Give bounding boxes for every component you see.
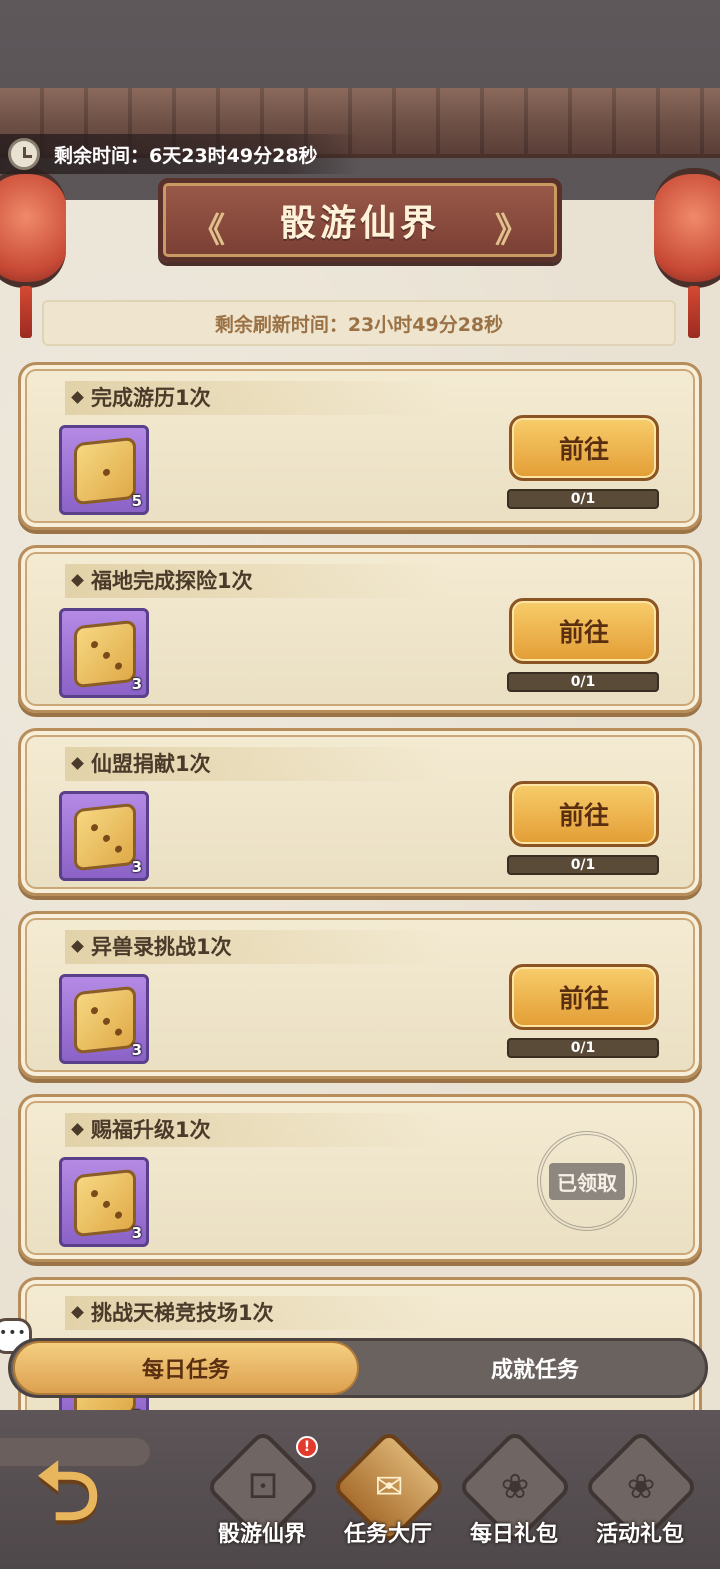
nav-glyph: ⚀ [248,1467,278,1507]
task-card: 赐福升级1次 3 已领取 [18,1094,702,1262]
nav-glyph: ❀ [626,1467,656,1507]
dice-icon [74,619,136,689]
tab-daily-tasks[interactable]: 每日任务 [13,1341,359,1395]
dice-icon [74,985,136,1055]
alert-badge: ! [296,1436,318,1458]
task-name: 完成游历1次 [65,381,445,415]
reward-quantity: 3 [131,675,142,693]
reward-slot[interactable]: 3 [59,791,149,881]
reward-quantity: 5 [131,492,142,510]
claimed-stamp: 已领取 [537,1131,637,1231]
progress-text: 0/1 [570,491,596,507]
dice-icon [74,802,136,872]
refresh-timer-text: 剩余刷新时间：23小时49分28秒 [214,313,504,336]
reward-quantity: 3 [131,858,142,876]
nav-label: 骰游仙界 [217,1522,306,1547]
reward-slot[interactable]: 3 [59,608,149,698]
task-card: 仙盟捐献1次 3 前往 0/1 [18,728,702,896]
progress-text: 0/1 [570,1040,596,1056]
reward-quantity: 3 [131,1224,142,1242]
clock-icon [8,138,40,170]
reward-quantity: 3 [131,1041,142,1059]
task-name: 福地完成探险1次 [65,564,445,598]
dice-icon [74,1168,136,1238]
refresh-timer: 剩余刷新时间：23小时49分28秒 [42,300,676,346]
task-card: 异兽录挑战1次 3 前往 0/1 [18,911,702,1079]
task-tabs: 每日任务 成就任务 [8,1338,708,1398]
lantern-tassel [688,286,700,338]
nav-item-event-gift[interactable]: ❀ 活动礼包 [578,1429,702,1564]
lantern-right-icon [654,168,720,338]
chevron-left-icon: 《 [191,211,225,251]
nav-label: 任务大厅 [343,1522,432,1547]
nav-item-task-hall[interactable]: ✉ 任务大厅 [326,1429,450,1564]
task-card: 福地完成探险1次 3 前往 0/1 [18,545,702,713]
task-name: 赐福升级1次 [65,1113,445,1147]
nav-glyph: ✉ [374,1467,404,1507]
go-button[interactable]: 前往 [509,781,659,847]
task-card: 完成游历1次 5 前往 0/1 [18,362,702,530]
dice-icon [74,436,136,506]
page-title: 骰游仙界 [279,202,440,244]
reward-slot[interactable]: 3 [59,974,149,1064]
task-name: 挑战天梯竞技场1次 [65,1296,445,1330]
task-name: 仙盟捐献1次 [65,747,445,781]
event-timer-text: 剩余时间：6天23时49分28秒 [54,144,318,167]
chevron-right-icon: 》 [495,211,529,251]
nav-glyph: ❀ [500,1467,530,1507]
go-button[interactable]: 前往 [509,415,659,481]
nav-label: 活动礼包 [595,1522,684,1547]
lantern-tassel [20,286,32,338]
event-timer: 剩余时间：6天23时49分28秒 [0,134,360,174]
lantern-left-icon [0,168,66,338]
task-progress-bar: 0/1 [507,489,659,509]
nav-item-daily-gift[interactable]: ❀ 每日礼包 [452,1429,576,1564]
task-progress-bar: 0/1 [507,855,659,875]
nav-item-dice-realm[interactable]: ⚀ ! 骰游仙界 [200,1429,324,1564]
title-plaque: 《 骰游仙界 》 [158,178,562,262]
progress-text: 0/1 [570,674,596,690]
claimed-label: 已领取 [549,1162,625,1200]
nav-label: 每日礼包 [469,1522,558,1547]
back-arrow-icon[interactable]: ⮌ [36,1452,126,1532]
task-name: 异兽录挑战1次 [65,930,445,964]
progress-text: 0/1 [570,857,596,873]
reward-slot[interactable]: 3 [59,1157,149,1247]
task-progress-bar: 0/1 [507,1038,659,1058]
reward-slot[interactable]: 5 [59,425,149,515]
go-button[interactable]: 前往 [509,964,659,1030]
tab-achievement-tasks[interactable]: 成就任务 [363,1341,707,1395]
task-progress-bar: 0/1 [507,672,659,692]
go-button[interactable]: 前往 [509,598,659,664]
